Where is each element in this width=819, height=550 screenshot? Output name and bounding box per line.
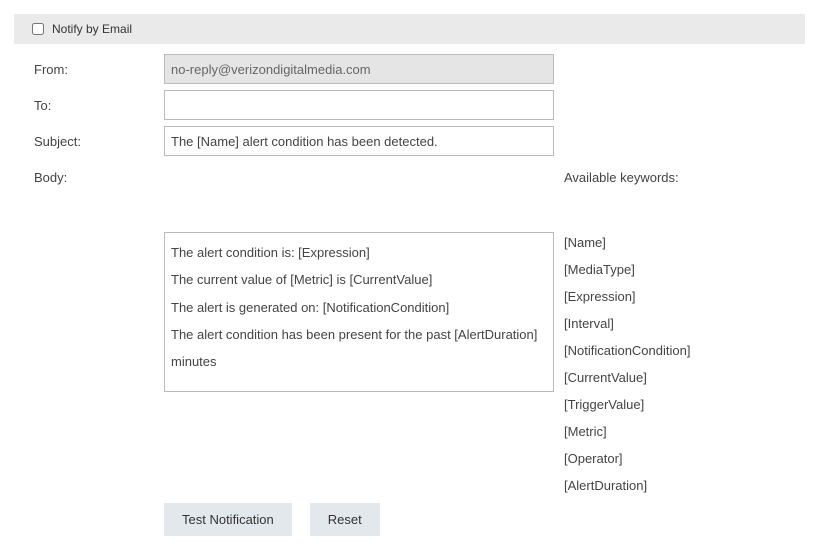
keyword-item: [Interval] [564, 316, 690, 331]
keyword-item: [Metric] [564, 424, 690, 439]
keywords-list: [Name] [MediaType] [Expression] [Interva… [564, 235, 690, 493]
keywords-title: Available keywords: [564, 170, 690, 185]
keyword-item: [Operator] [564, 451, 690, 466]
notify-email-header: Notify by Email [14, 14, 805, 44]
notify-email-label: Notify by Email [52, 22, 132, 36]
reset-button[interactable]: Reset [310, 503, 380, 536]
keyword-item: [Expression] [564, 289, 690, 304]
to-row: To: [14, 90, 805, 120]
form-area: From: To: Subject: Body: Available keywo… [0, 44, 819, 550]
notify-email-checkbox[interactable] [32, 23, 44, 35]
keyword-item: [AlertDuration] [564, 478, 690, 493]
body-label: Body: [14, 162, 164, 185]
test-notification-button[interactable]: Test Notification [164, 503, 292, 536]
keyword-item: [CurrentValue] [564, 370, 690, 385]
to-input[interactable] [164, 90, 554, 120]
keyword-item: [Name] [564, 235, 690, 250]
from-input [164, 54, 554, 84]
keywords-panel: Available keywords: [Name] [MediaType] [… [564, 162, 690, 493]
keyword-item: [TriggerValue] [564, 397, 690, 412]
from-label: From: [14, 54, 164, 77]
keyword-item: [MediaType] [564, 262, 690, 277]
subject-label: Subject: [14, 126, 164, 149]
keyword-item: [NotificationCondition] [564, 343, 690, 358]
to-label: To: [14, 90, 164, 113]
from-row: From: [14, 54, 805, 84]
body-textarea[interactable] [164, 232, 554, 392]
body-row: Body: Available keywords: [Name] [MediaT… [14, 162, 805, 493]
subject-input[interactable] [164, 126, 554, 156]
subject-row: Subject: [14, 126, 805, 156]
button-row: Test Notification Reset [164, 503, 805, 536]
